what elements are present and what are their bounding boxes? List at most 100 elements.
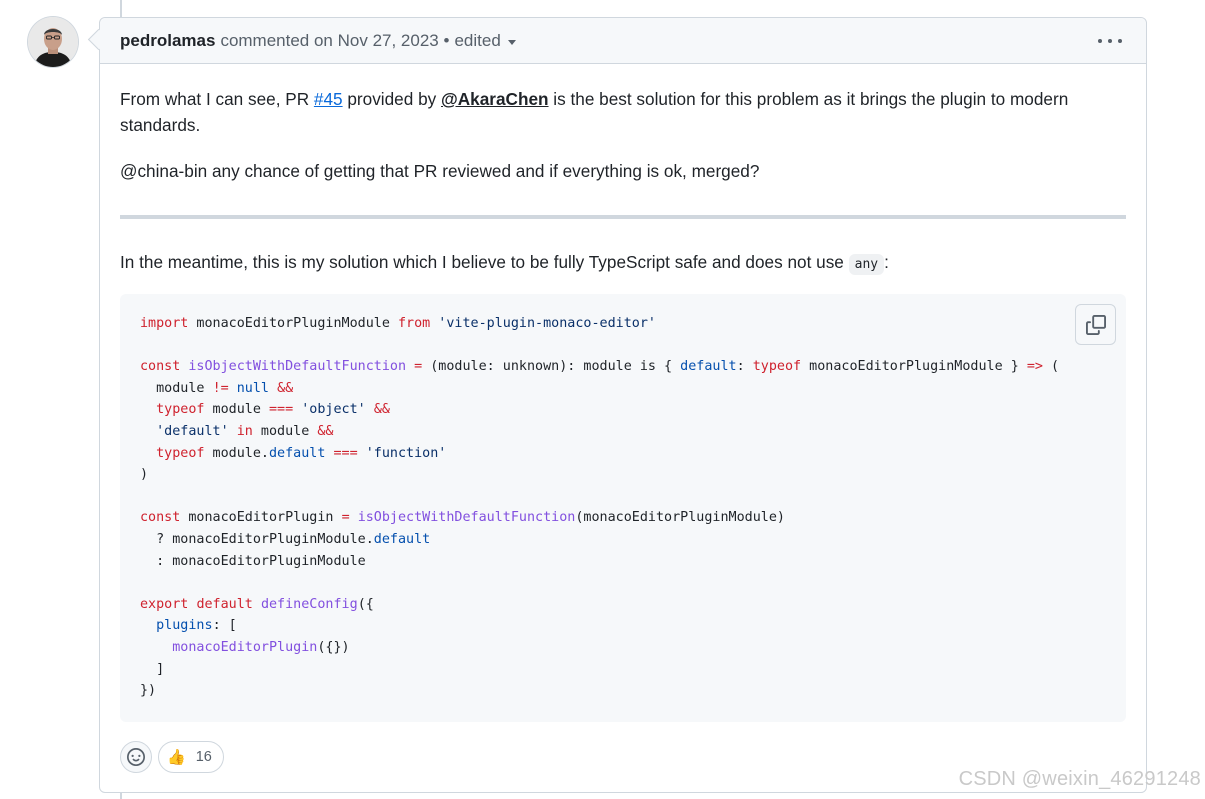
code-line: plugins: [ — [140, 618, 237, 633]
code-token: = — [341, 510, 350, 526]
code-line: : monacoEditorPluginModule — [140, 554, 366, 569]
code-line: monacoEditorPlugin({}) — [140, 639, 350, 655]
code-token: isObjectWithDefaultFunction — [357, 510, 576, 526]
code-token: }) — [140, 683, 157, 699]
code-token: module. — [204, 445, 269, 461]
code-token: ( — [1042, 359, 1060, 375]
code-line: ? monacoEditorPluginModule.default — [140, 532, 430, 547]
code-token: != — [212, 380, 229, 396]
code-token: const — [140, 510, 181, 526]
bullet-separator: • — [443, 30, 450, 50]
code-token: 'function' — [365, 445, 447, 461]
code-token: : monacoEditorPluginModule — [140, 553, 366, 569]
code-token: && — [317, 423, 334, 439]
inline-code: any — [848, 254, 885, 275]
code-token: typeof — [156, 402, 205, 418]
code-token: import — [140, 316, 189, 331]
copy-button[interactable] — [1075, 304, 1116, 345]
code-token: isObjectWithDefaultFunction — [188, 359, 407, 375]
code-token: ({ — [357, 596, 374, 612]
code-token: monacoEditorPluginModule } — [801, 359, 1027, 375]
code-token: default — [680, 359, 737, 375]
thumbs-up-icon: 👍 — [167, 748, 186, 766]
code-token: monacoEditorPlugin — [180, 510, 342, 526]
paragraph-1: From what I can see, PR #45 provided by … — [120, 86, 1126, 138]
code-token: monacoEditorPluginModule — [188, 316, 398, 331]
code-token: default — [269, 445, 326, 461]
code-token: ) — [140, 467, 149, 483]
comment-card: pedrolamas commented on Nov 27, 2023 • e… — [99, 17, 1147, 793]
code-token: ({}) — [317, 639, 350, 655]
code-block: import monacoEditorPluginModule from 'vi… — [120, 294, 1126, 722]
pr-link[interactable]: #45 — [314, 89, 343, 109]
code-line: typeof module === 'object' && — [140, 402, 390, 417]
code-token: : — [736, 359, 753, 375]
code-token: plugins — [156, 618, 213, 634]
code-token: ? monacoEditorPluginModule. — [140, 531, 374, 547]
user-mention-link[interactable]: @AkaraChen — [441, 89, 549, 109]
code-token: 'default' — [156, 423, 229, 439]
code-line: ) — [140, 467, 148, 482]
kebab-horizontal-icon[interactable] — [1098, 31, 1122, 51]
comment-header: pedrolamas commented on Nov 27, 2023 • e… — [100, 18, 1146, 64]
copy-icon — [1085, 314, 1106, 335]
code-token: : [ — [212, 618, 237, 634]
code-content: import monacoEditorPluginModule from 'vi… — [140, 313, 1106, 702]
code-token: monacoEditorPlugin — [172, 639, 318, 655]
code-token: typeof — [752, 359, 802, 375]
edited-dropdown[interactable]: edited — [454, 30, 516, 51]
author-link[interactable]: pedrolamas — [120, 31, 215, 51]
paragraph-3-colon: : — [884, 252, 889, 272]
code-token: defineConfig — [260, 596, 358, 612]
avatar[interactable] — [28, 17, 78, 67]
code-token: === — [269, 402, 294, 418]
reaction-thumbs-up[interactable]: 👍 16 — [158, 741, 224, 773]
code-token: from — [397, 316, 431, 331]
code-line: module != null && — [140, 381, 293, 396]
code-line: import monacoEditorPluginModule from 'vi… — [140, 316, 656, 331]
code-line: typeof module.default === 'function' — [140, 446, 446, 461]
edited-label: edited — [454, 30, 501, 50]
code-token: === — [333, 445, 358, 461]
reaction-count: 16 — [195, 749, 212, 765]
smiley-icon — [127, 748, 145, 766]
code-line: ] — [140, 662, 164, 677]
comment-date[interactable]: Nov 27, 2023 — [338, 31, 439, 51]
paragraph-1-text-start: From what I can see, PR — [120, 89, 314, 109]
code-token: => — [1026, 359, 1043, 375]
paragraph-3: In the meantime, this is my solution whi… — [120, 249, 1126, 278]
code-token: 'vite-plugin-monaco-editor' — [438, 316, 656, 331]
code-token: export — [140, 596, 189, 612]
code-line: const monacoEditorPlugin = isObjectWithD… — [140, 510, 785, 525]
code-token: && — [373, 402, 390, 418]
triangle-down-icon — [507, 39, 516, 45]
paragraph-2: @china-bin any chance of getting that PR… — [120, 161, 760, 181]
code-token: && — [277, 380, 294, 396]
code-token: in — [236, 423, 253, 439]
code-token: module — [140, 380, 213, 396]
code-token: 'object' — [301, 402, 366, 418]
code-line: 'default' in module && — [140, 423, 334, 439]
reactions-bar: 👍 16 — [120, 741, 224, 773]
comment-body: From what I can see, PR #45 provided by … — [100, 64, 1146, 722]
comment-action: commented on — [220, 30, 333, 50]
paragraph-3-text: In the meantime, this is my solution whi… — [120, 252, 849, 272]
code-token: default — [373, 531, 431, 547]
code-token: null — [236, 380, 269, 396]
paragraph-1-text-mid: provided by — [342, 89, 442, 109]
horizontal-rule — [120, 215, 1126, 219]
add-reaction-button[interactable] — [120, 741, 152, 773]
code-token: (module: unknown): module is { — [422, 359, 681, 375]
